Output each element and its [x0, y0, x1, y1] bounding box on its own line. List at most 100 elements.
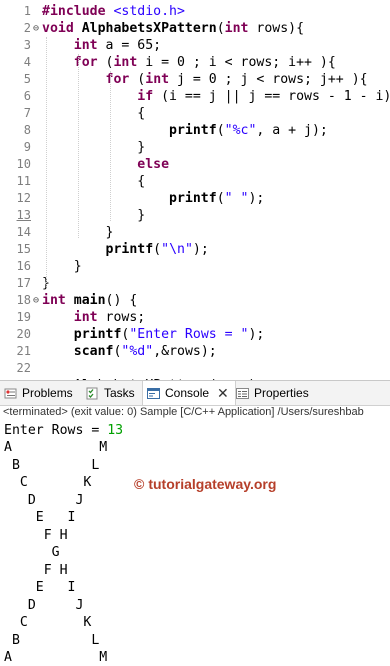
code-token: } — [42, 208, 146, 223]
code-token: int — [224, 21, 249, 36]
line-number: 15 — [16, 242, 31, 256]
code-text: printf("\n"); — [42, 241, 209, 258]
line-number: 21 — [16, 344, 31, 358]
fold-toggle-icon[interactable]: ⊖ — [31, 20, 41, 37]
line-number: 1 — [23, 4, 31, 18]
code-text: int rows; — [42, 309, 145, 326]
code-token: #include — [42, 4, 114, 19]
line-number: 22 — [16, 361, 31, 375]
code-token: ( — [216, 123, 225, 138]
code-token: ( — [216, 191, 225, 206]
code-token: a = 65; — [97, 38, 162, 53]
code-token: ( — [129, 72, 146, 87]
code-line[interactable]: 22 — [0, 360, 390, 377]
code-text: else — [42, 156, 169, 173]
code-token: i = 0 ; i < rows; i++ ){ — [137, 55, 336, 70]
tab-properties[interactable]: Properties — [236, 381, 309, 405]
code-token: printf — [169, 191, 217, 206]
line-number: 3 — [23, 38, 31, 52]
code-token: (i == j || j == rows - 1 - i) — [153, 89, 390, 104]
code-token: ( — [216, 21, 225, 36]
console-output[interactable]: Enter Rows = 13 A M B L C K D J E I F H G… — [0, 420, 390, 665]
code-line[interactable]: 18 ⊖ int main() { — [0, 292, 390, 309]
code-token: main — [73, 293, 106, 308]
fold-toggle-icon[interactable]: ⊖ — [31, 292, 41, 309]
code-token: rows){ — [248, 21, 305, 36]
tab-problems[interactable]: Problems — [4, 381, 73, 405]
line-number: 20 — [16, 327, 31, 341]
code-line[interactable]: 2 ⊖ void AlphabetsXPattern(int rows){ — [0, 20, 390, 37]
console-output-line: B L — [4, 457, 100, 473]
code-token: } — [42, 140, 146, 155]
code-line[interactable]: 14 } — [0, 224, 390, 241]
line-number: 14 — [16, 225, 31, 239]
watermark-text: tutorialgateway.org — [148, 476, 277, 492]
code-line[interactable]: 19 int rows; — [0, 309, 390, 326]
console-output-line: G — [4, 545, 60, 560]
code-line[interactable]: 12 printf(" "); — [0, 190, 390, 207]
code-token: scanf — [73, 344, 114, 359]
code-token: "%c" — [224, 123, 257, 138]
tab-console-label: Console — [165, 386, 210, 400]
code-text: printf("Enter Rows = "); — [42, 326, 265, 343]
code-token: () { — [105, 293, 138, 308]
close-icon[interactable]: ✕ — [217, 385, 229, 402]
code-line[interactable]: 16 } — [0, 258, 390, 275]
tab-console[interactable]: Console ✕ — [142, 381, 236, 405]
code-text: int a = 65; — [42, 37, 161, 54]
code-line[interactable]: 8 printf("%c", a + j); — [0, 122, 390, 139]
code-line[interactable]: 9 } — [0, 139, 390, 156]
code-line[interactable]: 17} — [0, 275, 390, 292]
code-line[interactable]: 10 else — [0, 156, 390, 173]
console-output-line: D J — [4, 597, 84, 613]
code-line[interactable]: 3 int a = 65; — [0, 37, 390, 54]
code-line[interactable]: 4 for (int i = 0 ; i < rows; i++ ){ — [0, 54, 390, 71]
code-text: scanf("%d",&rows); — [42, 343, 217, 360]
code-token: printf — [73, 327, 122, 342]
code-text: for (int i = 0 ; i < rows; i++ ){ — [42, 54, 336, 71]
code-token: int — [73, 310, 98, 325]
line-number: 13 — [16, 208, 31, 222]
console-status: <terminated> (exit value: 0) Sample [C/C… — [3, 406, 364, 418]
tab-properties-label: Properties — [254, 386, 309, 400]
code-token: j = 0 ; j < rows; j++ ){ — [169, 72, 368, 87]
line-number: 18 — [16, 293, 31, 307]
console-output-line: C K — [4, 615, 92, 630]
code-text: { — [42, 105, 145, 122]
tab-tasks-label: Tasks — [104, 386, 135, 400]
code-line[interactable]: 11 { — [0, 173, 390, 190]
console-output-line: D J — [4, 492, 84, 508]
console-user-input: 13 — [107, 423, 124, 438]
console-prompt: Enter Rows = — [4, 423, 108, 438]
code-line[interactable]: 13 } — [0, 207, 390, 224]
code-line[interactable]: 7 { — [0, 105, 390, 122]
line-number: 12 — [16, 191, 31, 205]
line-number: 9 — [23, 140, 31, 154]
code-token: " " — [224, 191, 249, 206]
code-text: void AlphabetsXPattern(int rows){ — [42, 20, 304, 37]
code-token: <stdio.h> — [113, 4, 185, 19]
code-token: ( — [153, 242, 162, 257]
code-editor[interactable]: 1 #include <stdio.h> 2 ⊖ void AlphabetsXPatt… — [0, 0, 390, 380]
code-token: , a + j); — [256, 123, 328, 138]
line-number: 11 — [16, 174, 31, 188]
code-token: "\n" — [161, 242, 193, 257]
tab-problems-label: Problems — [22, 386, 73, 400]
line-number: 4 — [23, 55, 31, 69]
code-line[interactable]: 5 for (int j = 0 ; j < rows; j++ ){ — [0, 71, 390, 88]
line-number: 17 — [16, 276, 31, 290]
code-line[interactable]: 1 #include <stdio.h> — [0, 3, 390, 20]
tab-tasks[interactable]: Tasks — [86, 381, 135, 405]
code-line[interactable]: 21 scanf("%d",&rows); — [0, 343, 390, 360]
code-line[interactable]: 6 if (i == j || j == rows - 1 - i) — [0, 88, 390, 105]
code-line[interactable]: 15 printf("\n"); — [0, 241, 390, 258]
code-line[interactable]: 20 printf("Enter Rows = "); — [0, 326, 390, 343]
code-text: } — [42, 207, 145, 224]
code-token: "Enter Rows = " — [129, 327, 249, 342]
